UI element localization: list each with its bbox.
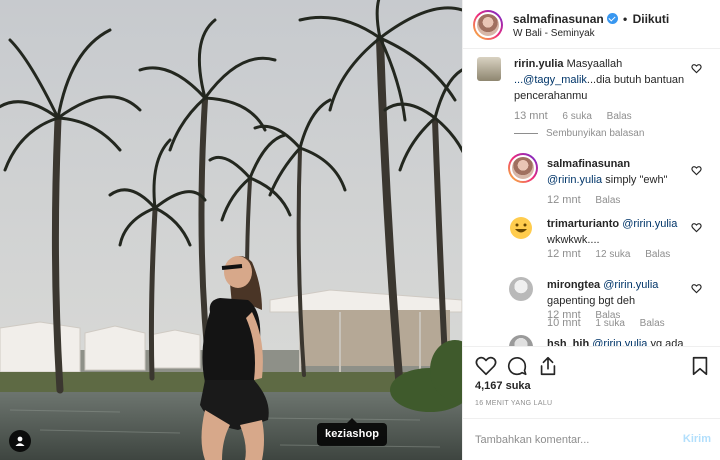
comment-likes[interactable]: 6 suka	[562, 111, 591, 122]
comment-text-part: Masyaallah	[566, 58, 623, 70]
reply-meta: 10 mnt 1 suka Balas	[547, 317, 677, 329]
reply-like-heart-icon[interactable]	[691, 165, 702, 176]
comment-username[interactable]: ririn.yulia	[514, 58, 564, 70]
reply-text: mirongtea @ririn.yulia gapenting bgt deh	[547, 277, 697, 309]
reply-username[interactable]: salmafinasunan	[547, 158, 630, 170]
post-side-panel: salmafinasunan • Diikuti W Bali - Seminy…	[462, 0, 720, 460]
post-comment-button[interactable]: Kirim	[683, 433, 711, 445]
comment-reply-button[interactable]: Balas	[607, 111, 632, 122]
comment-text: ririn.yulia Masyaallah ...@tagy_malik...…	[514, 56, 694, 104]
post-location[interactable]: W Bali - Seminyak	[513, 28, 595, 39]
heart-icon[interactable]	[475, 355, 497, 377]
product-tag-label[interactable]: keziashop	[317, 418, 388, 446]
person-glyph-icon	[15, 436, 25, 446]
reply-likes[interactable]: 12 suka	[595, 249, 630, 260]
commenter-avatar[interactable]	[477, 57, 501, 81]
comment-mention[interactable]: ...@tagy_malik	[514, 74, 587, 86]
reply-meta: 12 mnt Balas	[547, 194, 632, 206]
comment-like-heart-icon[interactable]	[691, 63, 702, 74]
reply-text-part: gapenting bgt deh	[547, 295, 636, 307]
reply-avatar[interactable]	[509, 335, 533, 346]
reply-avatar[interactable]	[508, 153, 538, 183]
post-header: salmafinasunan • Diikuti W Bali - Seminy…	[463, 0, 720, 48]
photo-scene	[0, 0, 462, 460]
reply-username[interactable]: mirongtea	[547, 279, 600, 291]
reply-mention[interactable]: @ririn.yulia	[592, 338, 647, 346]
reply-text-part: simply "ewh"	[605, 174, 668, 186]
reply-like-heart-icon[interactable]	[691, 222, 702, 233]
separator-dot: •	[623, 12, 628, 26]
verified-badge-icon	[606, 13, 618, 24]
author-line: salmafinasunan • Diikuti	[513, 12, 669, 26]
reply-avatar[interactable]	[509, 216, 533, 240]
author-username[interactable]: salmafinasunan	[513, 12, 604, 26]
post-timestamp: 16 MENIT YANG LALU	[475, 400, 553, 407]
comment-icon[interactable]	[506, 355, 528, 377]
reply-text-part: yg ada	[650, 338, 684, 346]
likes-count[interactable]: 4,167 suka	[475, 380, 531, 392]
reply-time[interactable]: 12 mnt	[547, 194, 581, 206]
reply-text: hsh_hih @ririn.yulia yg ada	[547, 336, 697, 346]
bookmark-icon[interactable]	[689, 355, 711, 377]
reply-text: trimarturianto @ririn.yulia wkwkwk....	[547, 216, 697, 248]
reply-mention[interactable]: @ririn.yulia	[547, 174, 602, 186]
reply-reply-button[interactable]: Balas	[640, 318, 665, 329]
follow-status-button[interactable]: Diikuti	[633, 12, 670, 26]
comments-list[interactable]: ririn.yulia Masyaallah ...@tagy_malik...…	[463, 48, 720, 346]
reply-reply-button[interactable]: Balas	[645, 249, 670, 260]
reply-like-heart-icon[interactable]	[691, 283, 702, 294]
add-comment-section: Kirim	[463, 418, 720, 460]
reply-time[interactable]: 10 mnt	[547, 317, 581, 329]
share-icon[interactable]	[537, 355, 559, 377]
post-photo[interactable]: keziashop	[0, 0, 462, 460]
reply-avatar[interactable]	[509, 277, 533, 301]
reply-reply-button[interactable]: Balas	[595, 195, 620, 206]
reply-meta: 12 mnt 12 suka Balas	[547, 248, 682, 260]
author-avatar[interactable]	[473, 10, 503, 40]
reply-username[interactable]: trimarturianto	[547, 218, 619, 230]
reply-mention[interactable]: @ririn.yulia	[603, 279, 658, 291]
reply-likes[interactable]: 1 suka	[595, 318, 624, 329]
smiley-emoji-icon	[510, 217, 532, 239]
hide-replies-toggle[interactable]: Sembunyikan balasan	[514, 128, 644, 139]
comment-time[interactable]: 13 mnt	[514, 110, 548, 122]
reply-mention[interactable]: @ririn.yulia	[622, 218, 677, 230]
reply-username[interactable]: hsh_hih	[547, 338, 589, 346]
user-tag-icon[interactable]	[9, 430, 31, 452]
reply-time[interactable]: 12 mnt	[547, 248, 581, 260]
reply-text: salmafinasunan @ririn.yulia simply "ewh"	[547, 156, 697, 188]
comment-input[interactable]	[475, 431, 665, 449]
reply-text-part: wkwkwk....	[547, 234, 600, 246]
comment-meta: 13 mnt 6 suka Balas	[514, 110, 644, 122]
